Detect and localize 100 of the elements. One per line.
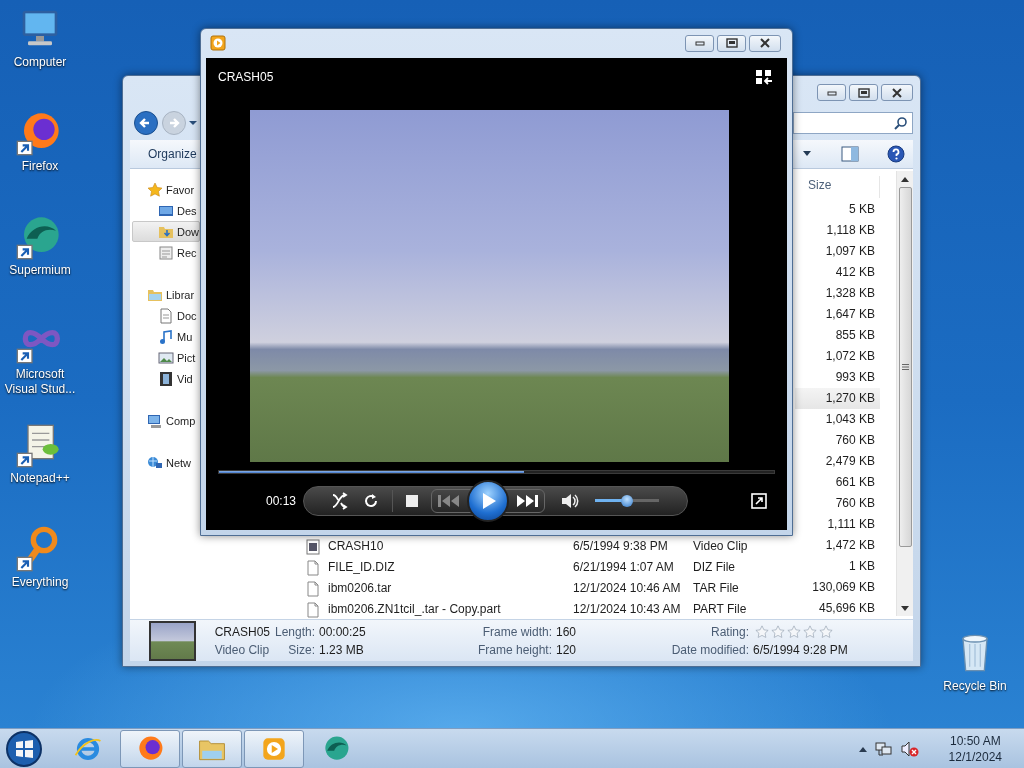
file-date: 12/1/2024 10:46 AM bbox=[572, 579, 682, 597]
taskbar-button[interactable] bbox=[182, 729, 242, 768]
property-label: Frame height: bbox=[476, 641, 552, 659]
music-note-icon bbox=[158, 328, 174, 345]
file-name[interactable]: ibm0206.ZN1tcil_.tar - Copy.part bbox=[323, 599, 568, 618]
back-button[interactable] bbox=[133, 109, 159, 136]
close-icon bbox=[891, 87, 903, 98]
property-value: 1.23 MB bbox=[319, 641, 365, 659]
start-button[interactable] bbox=[4, 728, 44, 768]
fullscreen-button[interactable] bbox=[751, 492, 767, 509]
nav-item[interactable]: Des bbox=[132, 200, 200, 222]
show-hidden-icons-button[interactable] bbox=[858, 745, 867, 752]
file-name[interactable]: ibm0206.tar bbox=[323, 578, 568, 597]
file-size: 661 KB bbox=[834, 474, 876, 492]
muted-speaker-icon[interactable] bbox=[900, 740, 919, 757]
desktop-icon-label[interactable]: Notepad++ bbox=[1, 471, 79, 486]
file-type: DIZ File bbox=[692, 558, 736, 576]
taskbar-button[interactable] bbox=[244, 729, 304, 768]
rating-star[interactable] bbox=[803, 624, 817, 639]
file-type: PART File bbox=[692, 600, 748, 618]
property-label: Rating: bbox=[709, 623, 749, 641]
rating-star[interactable] bbox=[771, 624, 785, 639]
repeat-button[interactable] bbox=[362, 491, 380, 510]
file-size: 1,472 KB bbox=[824, 537, 876, 555]
previous-button[interactable] bbox=[436, 493, 462, 508]
globe-icon bbox=[147, 454, 163, 471]
play-button[interactable] bbox=[467, 479, 509, 522]
preview-pane-button[interactable] bbox=[841, 145, 859, 162]
seek-bar[interactable] bbox=[218, 469, 775, 474]
clock-time[interactable]: 10:50 AM bbox=[948, 732, 1002, 749]
rating-star[interactable] bbox=[755, 624, 769, 639]
file-size: 2,479 KB bbox=[824, 453, 876, 471]
scrollbar[interactable] bbox=[896, 171, 913, 617]
help-button[interactable] bbox=[887, 144, 905, 163]
media-title: CRASH05 bbox=[218, 68, 274, 86]
file-size: 1 KB bbox=[848, 558, 876, 576]
file-type: Video Clip bbox=[692, 537, 749, 555]
file-size: 1,111 KB bbox=[826, 516, 876, 534]
desktop-icon-label[interactable]: Everything bbox=[1, 575, 79, 590]
network-icon[interactable] bbox=[874, 740, 893, 757]
monitor-icon bbox=[147, 412, 163, 429]
shuffle-button[interactable] bbox=[331, 491, 349, 510]
rating-star[interactable] bbox=[819, 624, 833, 639]
nav-item[interactable]: Dow bbox=[132, 221, 200, 243]
property-value: 120 bbox=[556, 641, 578, 659]
volume-thumb[interactable] bbox=[621, 494, 633, 507]
nav-item[interactable]: Comp bbox=[132, 410, 200, 432]
desktop-icon-label[interactable]: Computer bbox=[1, 55, 79, 70]
file-date: 12/1/2024 10:43 AM bbox=[572, 600, 682, 618]
desktop-icon-label[interactable]: Supermium bbox=[1, 263, 79, 278]
scroll-up-icon[interactable] bbox=[901, 176, 909, 182]
film-icon bbox=[305, 538, 321, 555]
desktop-icon-label[interactable]: Firefox bbox=[1, 159, 79, 174]
maximize-button[interactable] bbox=[717, 34, 746, 52]
organize-button[interactable]: Organize bbox=[148, 144, 197, 163]
elapsed-time: 00:13 bbox=[265, 492, 298, 510]
nav-item[interactable]: Doc bbox=[132, 305, 200, 327]
property-label: Size: bbox=[287, 641, 315, 659]
file-name[interactable]: FILE_ID.DIZ bbox=[323, 557, 568, 576]
clock-date[interactable]: 12/1/2024 bbox=[948, 748, 1002, 765]
document-icon bbox=[158, 244, 174, 261]
file-name[interactable]: CRASH10 bbox=[323, 536, 568, 555]
close-button[interactable] bbox=[749, 34, 781, 52]
recent-pages-button[interactable] bbox=[189, 118, 197, 127]
nav-item[interactable]: Vid bbox=[132, 368, 200, 390]
column-header[interactable]: Size bbox=[795, 176, 880, 199]
next-button[interactable] bbox=[514, 493, 540, 508]
close-button[interactable] bbox=[881, 84, 913, 101]
desktop-icon-label[interactable]: Recycle Bin bbox=[936, 679, 1014, 694]
nav-item[interactable]: Favor bbox=[132, 179, 200, 201]
switch-view-button[interactable] bbox=[755, 68, 773, 85]
nav-item[interactable]: Pict bbox=[132, 347, 200, 369]
video-thumbnail bbox=[149, 620, 196, 661]
file-icon bbox=[305, 559, 321, 576]
maximize-button[interactable] bbox=[849, 84, 878, 101]
maximize-icon bbox=[725, 38, 738, 49]
file-size: 130,069 KB bbox=[811, 579, 876, 597]
file-size: 993 KB bbox=[834, 369, 876, 387]
file-size: 1,043 KB bbox=[824, 411, 876, 429]
file-size: 1,647 KB bbox=[824, 306, 876, 324]
file-size: 412 KB bbox=[834, 264, 876, 282]
volume-button[interactable] bbox=[561, 492, 579, 509]
scroll-down-icon[interactable] bbox=[901, 605, 909, 611]
dropdown-caret-icon[interactable] bbox=[803, 150, 811, 157]
taskbar-button[interactable] bbox=[120, 729, 180, 768]
nav-item[interactable]: Netw bbox=[132, 452, 200, 474]
stop-button[interactable] bbox=[405, 493, 419, 508]
file-size: 1,072 KB bbox=[824, 348, 876, 366]
desktop-icon-label[interactable]: Microsoft Visual Stud... bbox=[1, 367, 79, 397]
nav-item[interactable]: Rec bbox=[132, 242, 200, 264]
file-size: 45,696 KB bbox=[817, 600, 876, 618]
nav-item[interactable]: Mu bbox=[132, 326, 200, 348]
rating-star[interactable] bbox=[787, 624, 801, 639]
picture-icon bbox=[158, 349, 174, 366]
player-logo-icon bbox=[210, 35, 226, 52]
file-size: 760 KB bbox=[834, 495, 876, 513]
property-value: 6/5/1994 9:28 PM bbox=[753, 641, 849, 659]
search-field[interactable] bbox=[793, 111, 913, 134]
property-value: 00:00:25 bbox=[319, 623, 367, 641]
nav-item[interactable]: Librar bbox=[132, 284, 200, 306]
